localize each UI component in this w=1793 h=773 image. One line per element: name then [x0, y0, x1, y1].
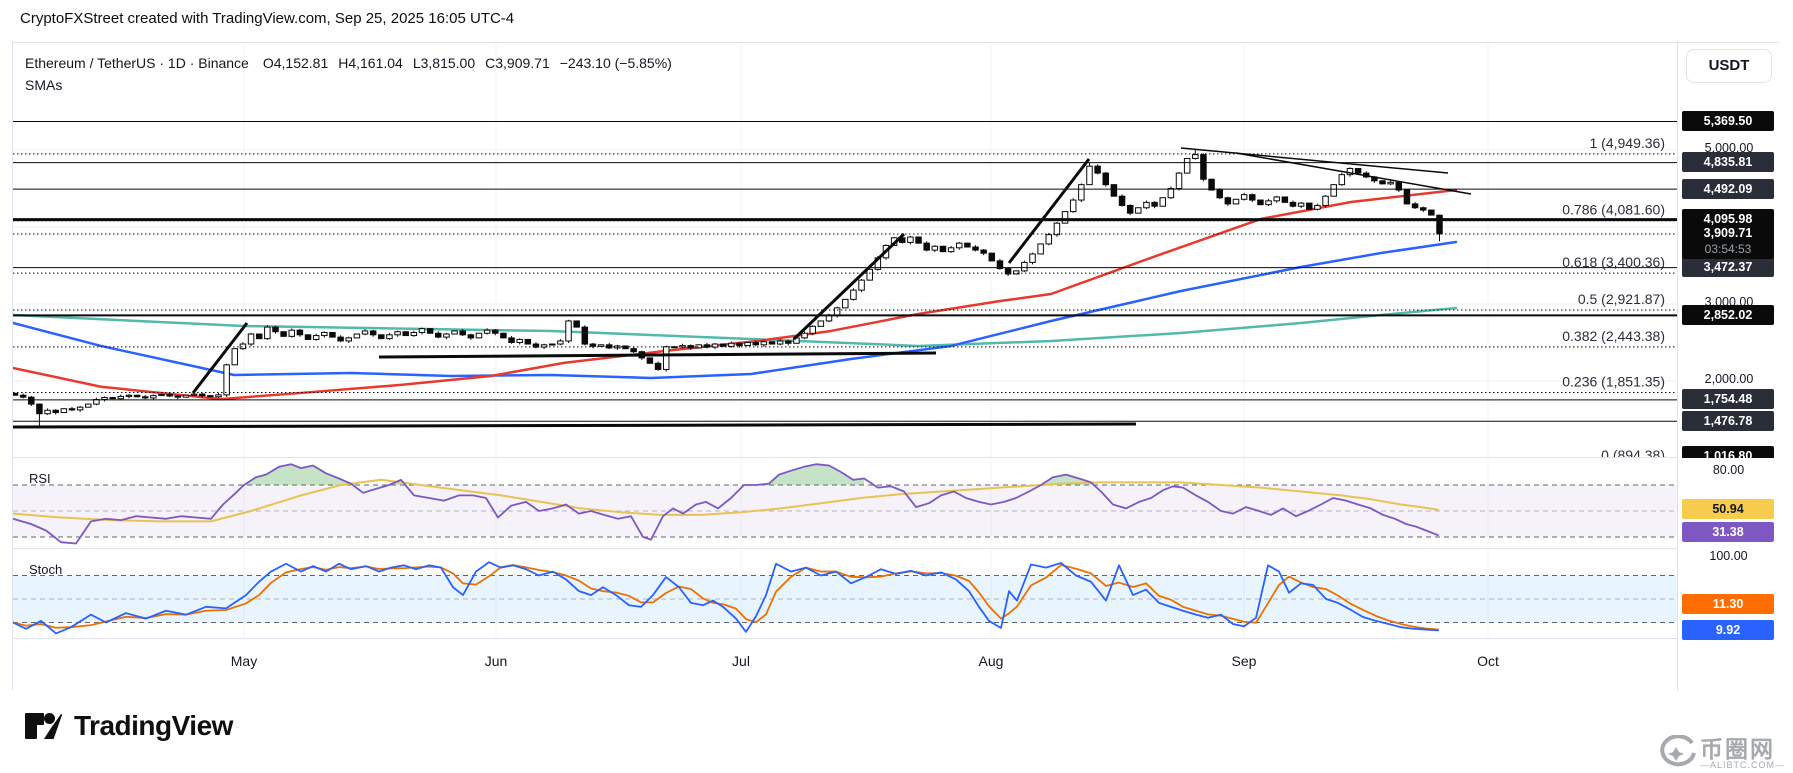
indicator-value-label: 50.94: [1682, 499, 1774, 519]
ohlc-low: L3,815.00: [412, 55, 476, 71]
symbol-title[interactable]: Ethereum / TetherUS · 1D · Binance: [25, 55, 249, 71]
month-label-oct: Oct: [1477, 653, 1499, 669]
price-axis-main-section: 5,000.00 3,000.00 2,000.00 5,369.50 4,835.81…: [1678, 43, 1780, 458]
pane-separator-main-rsi[interactable]: [13, 457, 1677, 458]
stoch-pane: [13, 550, 1677, 638]
fib-label: 0.382 (2,443.38): [1562, 328, 1665, 344]
site-watermark: 币圈网 —ALIBTC.COM—: [1656, 735, 1785, 773]
indicator-value-label: 11.30: [1682, 594, 1774, 614]
fib-label: 0 (894.38): [1601, 447, 1665, 463]
month-label-jun: Jun: [484, 653, 508, 669]
axis-tick: 2,000.00: [1704, 372, 1754, 386]
chart-canvas[interactable]: 1 (4,949.36)0.786 (4,081.60)0.618 (3,400…: [13, 43, 1677, 691]
price-line-label: 1,016.80: [1682, 446, 1774, 458]
axis-tick: 80.00: [1712, 463, 1745, 477]
currency-toggle-button[interactable]: USDT: [1686, 49, 1772, 83]
watermark-ring-icon: [1660, 735, 1696, 767]
stoch-pane-title[interactable]: Stoch: [29, 562, 62, 577]
price-line-label: 1,476.78: [1682, 411, 1774, 431]
fib-label: 0.236 (1,851.35): [1562, 373, 1665, 389]
screenshot-root: CryptoFXStreet created with TradingView.…: [0, 0, 1793, 773]
price-change: −243.10 (−5.85%): [559, 55, 672, 71]
rsi-pane: [13, 459, 1677, 548]
time-axis[interactable]: May Jun Jul Aug Sep Oct: [13, 638, 1677, 690]
last-price-label: 3,909.71 03:54:53: [1682, 225, 1774, 259]
indicator-legend-smas[interactable]: SMAs: [25, 77, 62, 93]
fib-label: 0.786 (4,081.60): [1562, 202, 1665, 218]
rsi-pane-title[interactable]: RSI: [29, 471, 51, 486]
main-pane: 1 (4,949.36)0.786 (4,081.60)0.618 (3,400…: [13, 43, 1677, 463]
watermark-cn-text: 币圈网: [1699, 736, 1775, 762]
month-label-sep: Sep: [1231, 653, 1257, 669]
price-line-label: 4,492.09: [1682, 179, 1774, 199]
indicator-value-label: 31.38: [1682, 522, 1774, 542]
tradingview-logo-text: TradingView: [74, 710, 233, 741]
price-line-label: 4,835.81: [1682, 152, 1774, 172]
pane-separator-rsi-stoch[interactable]: [13, 548, 1677, 549]
ohlc-high: H4,161.04: [338, 55, 403, 71]
price-line-label: 1,754.48: [1682, 389, 1774, 409]
month-label-aug: Aug: [978, 653, 1004, 669]
price-line-label: 2,852.02: [1682, 305, 1774, 325]
fib-label: 0.5 (2,921.87): [1578, 291, 1665, 307]
month-label-may: May: [230, 653, 258, 669]
price-line-label: 5,369.50: [1682, 111, 1774, 131]
watermark-site-text: —ALIBTC.COM—: [1699, 760, 1785, 770]
axis-tick: 100.00: [1709, 549, 1748, 563]
price-line-label: 3,472.37: [1682, 257, 1774, 277]
price-axis[interactable]: 5,000.00 3,000.00 2,000.00 5,369.50 4,835.81…: [1677, 43, 1779, 691]
bar-countdown: 03:54:53: [1704, 242, 1752, 256]
chart-card: Ethereum / TetherUS · 1D · Binance O4,152…: [12, 42, 1779, 691]
indicator-value-label: 9.92: [1682, 620, 1774, 640]
ohlc-close: C3,909.71: [485, 55, 550, 71]
tradingview-logo-icon: [19, 713, 62, 739]
fib-label: 1 (4,949.36): [1590, 135, 1666, 151]
ohlc-open: O4,152.81: [262, 55, 329, 71]
symbol-titlebar: Ethereum / TetherUS · 1D · Binance O4,152…: [25, 55, 682, 71]
attribution-note: CryptoFXStreet created with TradingView.…: [20, 10, 515, 27]
month-label-jul: Jul: [732, 653, 750, 669]
tradingview-logo[interactable]: TradingView: [18, 706, 233, 746]
